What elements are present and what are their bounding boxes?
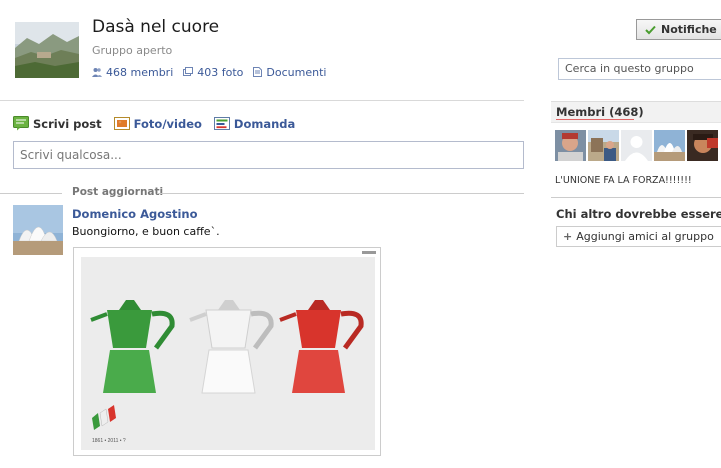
question-icon — [213, 117, 230, 130]
member-thumbnails — [555, 130, 718, 161]
members-icon — [92, 68, 102, 77]
tab-question[interactable]: Domanda — [213, 116, 296, 131]
members-link[interactable]: 468 membri — [92, 66, 173, 79]
photos-count: 403 foto — [197, 65, 244, 79]
tab-question-label: Domanda — [233, 116, 296, 131]
composer-tabs: Scrivi post Foto/video Domanda — [13, 116, 295, 131]
members-title-underline — [556, 119, 634, 120]
feed-divider-right — [157, 193, 524, 194]
documents-icon — [253, 67, 263, 77]
feed-section-label: Post aggiornati — [72, 186, 164, 198]
member-avatar[interactable] — [654, 130, 685, 161]
member-motto: L'UNIONE FA LA FORZA!!!!!!! — [555, 175, 692, 186]
sidebar-divider — [551, 197, 721, 198]
post-author-avatar[interactable] — [13, 205, 63, 255]
add-friends-label: Aggiungi amici al gruppo — [576, 230, 714, 243]
composer-input[interactable]: Scrivi qualcosa... — [13, 141, 524, 169]
post-author-name[interactable]: Domenico Agostino — [72, 207, 197, 221]
member-avatar[interactable] — [621, 130, 652, 161]
photo-video-icon — [113, 117, 130, 130]
member-avatar[interactable] — [687, 130, 718, 161]
feed-divider-left — [0, 193, 62, 194]
post-photo[interactable]: 1861 • 2011 • ? — [73, 247, 381, 456]
plus-icon: + — [563, 230, 573, 243]
tab-write-post[interactable]: Scrivi post — [13, 116, 102, 131]
group-title: Dasà nel cuore — [92, 17, 220, 37]
members-count: 468 membri — [106, 65, 174, 79]
member-avatar[interactable] — [588, 130, 619, 161]
notifications-button[interactable]: Notifiche ▼ — [636, 19, 721, 40]
documents-label: Documenti — [266, 65, 327, 79]
write-post-icon — [13, 116, 29, 131]
group-type-label: Gruppo aperto — [92, 44, 173, 57]
photos-icon — [183, 67, 194, 76]
check-icon — [645, 25, 656, 34]
header-divider — [0, 100, 524, 101]
photo-caption: 1861 • 2011 • ? — [92, 438, 126, 444]
tab-photo-video[interactable]: Foto/video — [113, 116, 202, 131]
suggest-members-title: Chi altro dovrebbe essere nel — [556, 207, 721, 221]
tab-write-post-label: Scrivi post — [33, 116, 102, 131]
notifications-label: Notifiche — [661, 23, 717, 36]
group-cover-photo[interactable] — [15, 22, 79, 78]
member-avatar[interactable] — [555, 130, 586, 161]
group-stats: 468 membri 403 foto Documenti — [92, 65, 326, 79]
members-title[interactable]: Membri (468) — [556, 105, 644, 119]
tab-photo-video-label: Foto/video — [133, 116, 202, 131]
group-search-input[interactable]: Cerca in questo gruppo — [558, 58, 721, 80]
add-friends-button[interactable]: + Aggiungi amici al gruppo — [556, 226, 721, 247]
documents-link[interactable]: Documenti — [253, 66, 326, 79]
photos-link[interactable]: 403 foto — [183, 66, 243, 79]
post-text: Buongiorno, e buon caffe`. — [72, 225, 220, 238]
